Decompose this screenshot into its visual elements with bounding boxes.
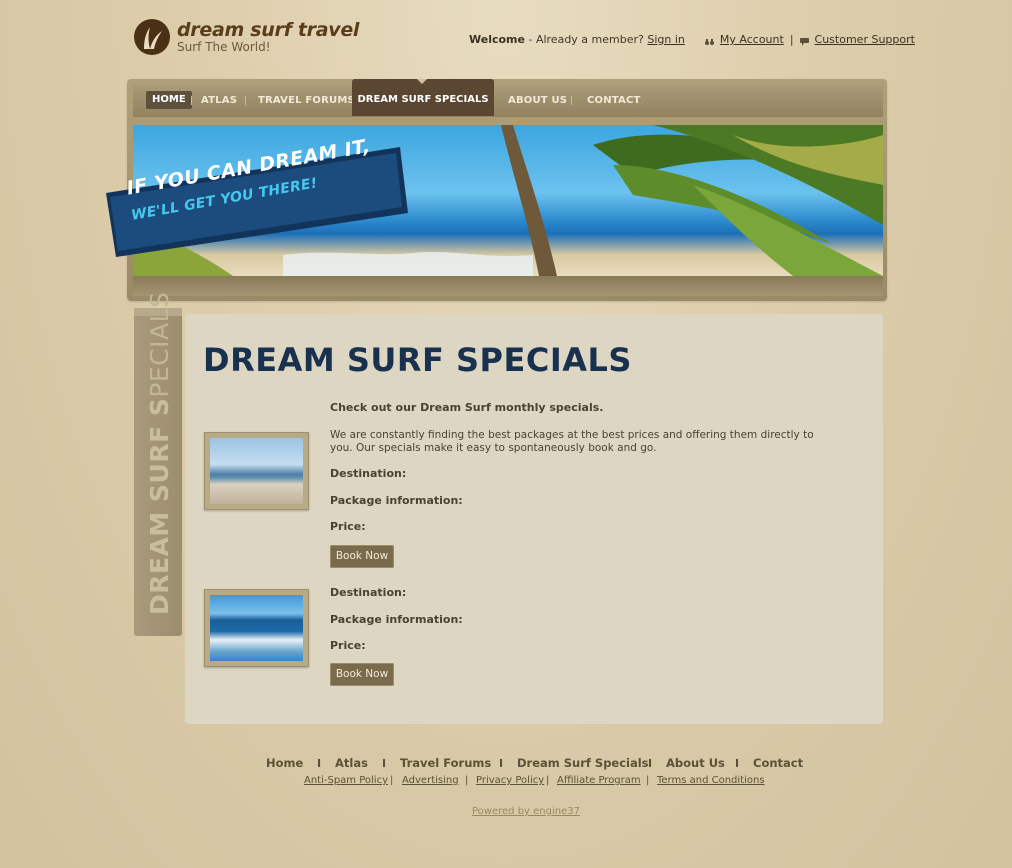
package-thumbnail[interactable]	[204, 589, 309, 667]
nav-divider	[191, 96, 192, 105]
footer-link-travel-forums[interactable]: Travel Forums	[400, 756, 491, 770]
footer-separator: I	[499, 757, 504, 770]
account-bar: Welcome - Already a member? Sign in My Ac…	[469, 33, 915, 46]
package-info-label: Package information:	[330, 613, 463, 626]
nav-travel-forums[interactable]: TRAVEL FORUMS	[258, 85, 355, 117]
footer-separator: I	[648, 757, 653, 770]
speech-bubble-icon	[799, 36, 809, 46]
nav-dream-surf-specials[interactable]: DREAM SURF SPECIALS	[352, 79, 494, 116]
member-text: - Already a member?	[524, 33, 648, 46]
footer-separator: |	[646, 775, 650, 786]
book-now-button[interactable]: Book Now	[330, 545, 394, 568]
footer-link-privacy[interactable]: Privacy Policy	[476, 775, 544, 786]
powered-by-link[interactable]: Powered by engine37	[472, 806, 580, 817]
binoculars-icon	[704, 36, 714, 45]
nav-home[interactable]: HOME	[146, 91, 192, 109]
destination-label: Destination:	[330, 586, 407, 599]
brand-tagline: Surf The World!	[177, 40, 271, 54]
price-label: Price:	[330, 520, 366, 533]
side-label-bold: DREAM SURF S	[145, 397, 174, 615]
intro-text: We are constantly finding the best packa…	[330, 429, 814, 454]
brand-name: dream surf travel	[177, 19, 360, 41]
my-account-link[interactable]: My Account	[720, 33, 784, 46]
nav-divider	[571, 96, 572, 105]
footer-separator: |	[546, 775, 550, 786]
nav-contact[interactable]: CONTACT	[587, 85, 641, 117]
welcome-label: Welcome	[469, 33, 525, 46]
banner-bottom-strip	[133, 276, 883, 296]
nav-atlas[interactable]: ATLAS	[201, 85, 237, 117]
footer-link-terms[interactable]: Terms and Conditions	[657, 775, 765, 786]
footer-link-contact[interactable]: Contact	[753, 756, 803, 770]
customer-support-link[interactable]: Customer Support	[815, 33, 915, 46]
footer-separator: |	[390, 775, 394, 786]
side-section-label: DREAM SURF SPECIALS	[145, 292, 174, 615]
topbar-separator: |	[789, 33, 794, 46]
logo-icon[interactable]	[134, 19, 170, 55]
price-label: Price:	[330, 639, 366, 652]
package-thumbnail[interactable]	[204, 432, 309, 510]
nav-about-us[interactable]: ABOUT US	[508, 85, 567, 117]
footer-link-advertising[interactable]: Advertising	[402, 775, 459, 786]
nav-divider	[245, 96, 246, 105]
footer-link-dream-surf-specials[interactable]: Dream Surf Specials	[517, 756, 649, 770]
intro-heading: Check out our Dream Surf monthly special…	[330, 401, 604, 414]
destination-label: Destination:	[330, 467, 407, 480]
page-title: DREAM SURF SPECIALS	[203, 341, 632, 379]
book-now-button[interactable]: Book Now	[330, 663, 394, 686]
sign-in-link[interactable]: Sign in	[647, 33, 685, 46]
footer-link-home[interactable]: Home	[266, 756, 303, 770]
footer-link-atlas[interactable]: Atlas	[335, 756, 368, 770]
side-label-light: PECIALS	[145, 291, 174, 398]
beach-photo	[210, 438, 303, 504]
footer-link-affiliate[interactable]: Affiliate Program	[557, 775, 641, 786]
package-info-label: Package information:	[330, 494, 463, 507]
wave-photo	[210, 595, 303, 661]
footer-link-anti-spam[interactable]: Anti-Spam Policy	[304, 775, 388, 786]
footer-separator: I	[735, 757, 740, 770]
footer-separator: I	[317, 757, 322, 770]
footer-separator: I	[382, 757, 387, 770]
footer-separator: |	[465, 775, 469, 786]
footer-link-about-us[interactable]: About Us	[666, 756, 725, 770]
